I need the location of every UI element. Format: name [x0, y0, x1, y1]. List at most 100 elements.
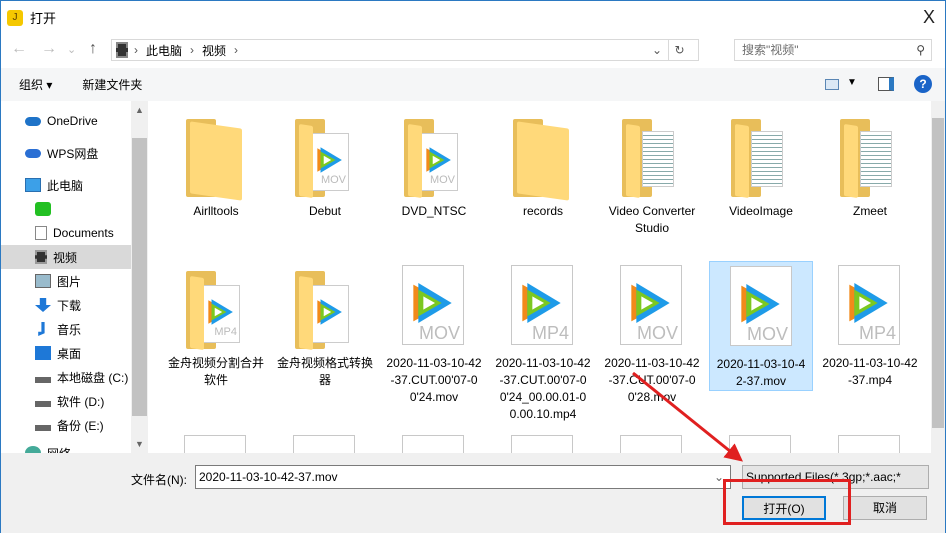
- file-name: 2020-11-03-10-42-37.CUT.00'07-00'28.mov: [604, 356, 700, 404]
- sidebar-item[interactable]: 备份 (E:): [1, 413, 131, 437]
- file-name: 金舟视频格式转换器: [277, 356, 374, 387]
- refresh-icon[interactable]: ↻: [668, 40, 690, 60]
- file-name: 2020-11-03-10-42-37.CUT.00'07-00'24.mov: [386, 356, 482, 404]
- filename-value: 2020-11-03-10-42-37.mov: [199, 470, 338, 484]
- sidebar-item[interactable]: WPS网盘: [1, 141, 131, 165]
- help-icon[interactable]: ?: [914, 75, 932, 93]
- sidebar-scrollbar[interactable]: ▲ ▼: [131, 101, 148, 453]
- file-item[interactable]: [620, 435, 682, 453]
- file-list: Airlltools MOV Debut MOV DVD_NTSC records Vide…: [148, 101, 931, 453]
- address-bar[interactable]: › 此电脑 › 视频 › ⌄ ↻: [111, 39, 699, 61]
- folder-item[interactable]: Video Converter Studio: [600, 109, 704, 237]
- file-item[interactable]: [729, 435, 791, 453]
- video-file-icon: MOV: [730, 266, 792, 346]
- sidebar-item-label: 视频: [53, 250, 78, 265]
- title-bar: J 打开 X: [1, 1, 945, 34]
- chevron-down-icon[interactable]: ▼: [847, 77, 857, 88]
- filename-label: 文件名(N):: [131, 473, 187, 487]
- wps-cloud-icon: [25, 148, 41, 158]
- folder-item[interactable]: 金舟视频格式转换器: [273, 261, 377, 389]
- file-name: DVD_NTSC: [401, 204, 467, 218]
- file-item[interactable]: MOV 2020-11-03-10-42-37.mov: [709, 261, 813, 391]
- cancel-button[interactable]: 取消: [843, 496, 927, 520]
- folder-item[interactable]: VideoImage: [709, 109, 813, 220]
- sidebar-item-label: 音乐: [57, 322, 82, 337]
- file-list-scrollbar[interactable]: [931, 101, 945, 453]
- navigation-bar: ← → ⌄ ↑ › 此电脑 › 视频 › ⌄ ↻ 搜索"视频" ⚲: [1, 35, 945, 65]
- chevron-down-icon[interactable]: ⌄: [652, 43, 662, 57]
- new-folder-button[interactable]: 新建文件夹: [82, 76, 142, 93]
- folder-icon: MOV: [404, 119, 460, 198]
- file-name: 2020-11-03-10-42-37.mov: [716, 357, 806, 388]
- file-item[interactable]: [402, 435, 464, 453]
- folder-item[interactable]: MP4 金舟视频分割合并软件: [164, 261, 268, 389]
- sidebar-item[interactable]: 视频: [1, 245, 131, 269]
- close-button[interactable]: X: [923, 7, 935, 28]
- music-icon: [38, 322, 45, 336]
- chevron-down-icon[interactable]: ⌄: [714, 466, 724, 488]
- desktop-icon: [35, 346, 51, 360]
- breadcrumb-videos[interactable]: 视频: [202, 42, 226, 59]
- toolbar: 组织 ▾ 新建文件夹 ▼ ?: [1, 68, 945, 101]
- sidebar-item[interactable]: [1, 197, 131, 221]
- view-options-icon[interactable]: [825, 79, 839, 90]
- sidebar-item[interactable]: 下载: [1, 293, 131, 317]
- sidebar-item[interactable]: 桌面: [1, 341, 131, 365]
- organize-button[interactable]: 组织 ▾: [19, 76, 52, 93]
- sidebar-item-label: 此电脑: [47, 178, 84, 193]
- preview-pane-icon[interactable]: [878, 77, 894, 91]
- file-name: Zmeet: [852, 204, 887, 218]
- file-item[interactable]: MP4 2020-11-03-10-42-37.mp4: [818, 261, 922, 389]
- video-player-logo-icon: [741, 284, 780, 324]
- folder-icon: [731, 119, 787, 198]
- file-item[interactable]: MOV 2020-11-03-10-42-37.CUT.00'07-00'24.m…: [382, 261, 486, 406]
- network-icon: [25, 446, 41, 453]
- video-file-icon: MOV: [402, 265, 464, 345]
- breadcrumb-this-pc[interactable]: 此电脑: [146, 42, 182, 59]
- download-icon: [35, 298, 51, 312]
- sidebar-item[interactable]: 音乐: [1, 317, 131, 341]
- sidebar-item[interactable]: 图片: [1, 269, 131, 293]
- sidebar-item-label: 网络: [47, 445, 71, 454]
- open-button[interactable]: 打开(O): [742, 496, 826, 520]
- filename-input[interactable]: 2020-11-03-10-42-37.mov ⌄: [195, 465, 731, 489]
- sidebar-item-label: 桌面: [57, 346, 82, 361]
- search-input[interactable]: 搜索"视频" ⚲: [734, 39, 932, 61]
- drive-icon: [35, 401, 51, 407]
- file-item[interactable]: [293, 435, 355, 453]
- folder-item[interactable]: MOV DVD_NTSC: [382, 109, 486, 220]
- folder-item[interactable]: Airlltools: [164, 109, 268, 220]
- file-item[interactable]: [838, 435, 900, 453]
- file-item[interactable]: MP4 2020-11-03-10-42-37.CUT.00'07-00'24_0…: [491, 261, 595, 423]
- file-item[interactable]: [184, 435, 246, 453]
- file-name: Video Converter Studio: [608, 204, 696, 235]
- file-type-select[interactable]: Supported Files(*.3gp;*.aac;*: [742, 465, 929, 489]
- sidebar-item[interactable]: Documents: [1, 221, 131, 245]
- sidebar-item[interactable]: 本地磁盘 (C:): [1, 365, 131, 389]
- recent-locations-button[interactable]: ⌄: [67, 43, 76, 56]
- folder-item[interactable]: MOV Debut: [273, 109, 377, 220]
- file-item[interactable]: MOV 2020-11-03-10-42-37.CUT.00'07-00'28.m…: [600, 261, 704, 406]
- sidebar-item[interactable]: 网络: [1, 441, 131, 453]
- sidebar-item-label: OneDrive: [47, 114, 98, 128]
- folder-icon: MP4: [186, 271, 242, 350]
- cloud-icon: [25, 116, 41, 126]
- sidebar-item[interactable]: 此电脑: [1, 173, 131, 197]
- folder-item[interactable]: Zmeet: [818, 109, 922, 220]
- iqiyi-icon: [35, 202, 51, 216]
- file-name: Debut: [308, 204, 342, 218]
- file-name: 2020-11-03-10-42-37.mp4: [822, 356, 918, 387]
- up-button[interactable]: ↑: [89, 40, 97, 58]
- forward-button[interactable]: →: [41, 40, 57, 58]
- sidebar-item[interactable]: 软件 (D:): [1, 389, 131, 413]
- sidebar-item[interactable]: OneDrive: [1, 109, 131, 133]
- sidebar-item-label: 软件 (D:): [57, 394, 105, 409]
- folder-icon: [840, 119, 896, 198]
- drive-icon: [35, 377, 51, 383]
- sidebar-item-label: 备份 (E:): [57, 418, 104, 433]
- back-button[interactable]: ←: [11, 40, 27, 58]
- folder-item[interactable]: records: [491, 109, 595, 220]
- video-file-icon: MP4: [838, 265, 900, 345]
- file-item[interactable]: [511, 435, 573, 453]
- sidebar-item-label: WPS网盘: [47, 146, 99, 161]
